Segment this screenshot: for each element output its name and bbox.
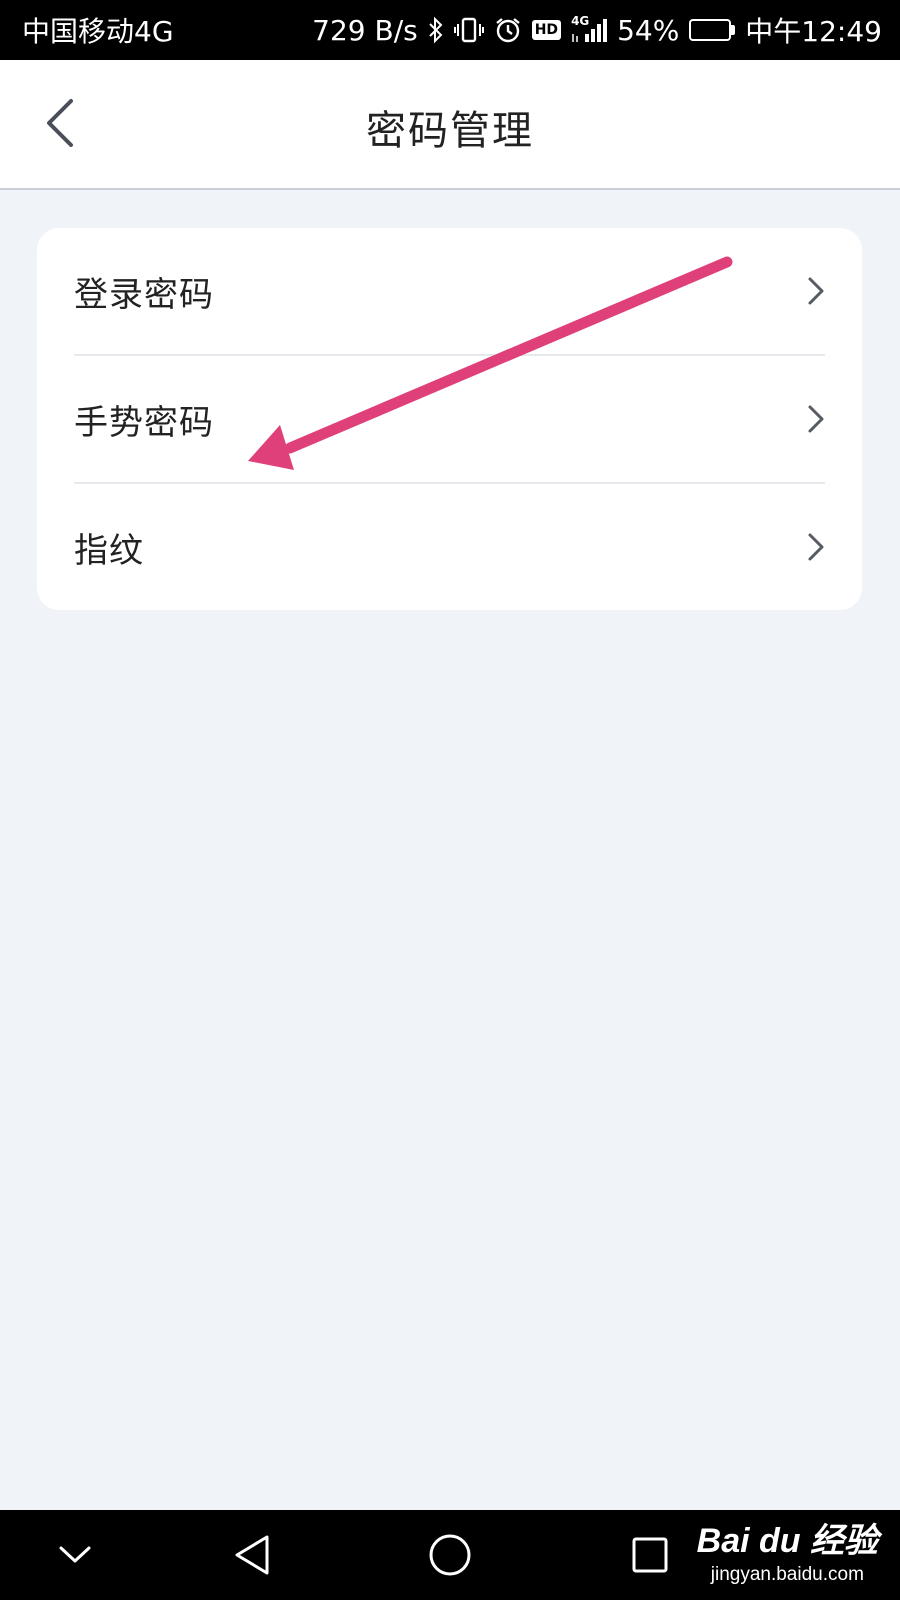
alarm-icon [494,16,522,44]
carrier-label: 中国移动4G [22,15,174,48]
chevron-down-icon [59,1546,91,1563]
chevron-right-icon [807,532,825,562]
password-settings-card: 登录密码 手势密码 指纹 [37,228,862,610]
menu-item-fingerprint[interactable]: 指纹 [74,484,825,610]
menu-item-label: 登录密码 [74,274,214,315]
menu-item-label: 指纹 [74,530,144,571]
vibrate-icon [453,16,484,44]
recents-square-icon [632,1537,668,1573]
page-title: 密码管理 [366,108,534,154]
status-bar: 中国移动4G 729 B/s HD 4G 54% 中午12:49 [0,0,900,60]
watermark-logo: Bai du 经验 [696,1522,878,1560]
home-circle-icon [429,1534,471,1576]
watermark-url: jingyan.baidu.com [710,1564,864,1585]
hide-nav-button[interactable] [45,1510,105,1600]
network-type-label: 4G [571,14,590,28]
hd-icon: HD [531,20,562,40]
status-icons: 729 B/s HD 4G 54% 中午12:49 [312,10,882,50]
menu-item-label: 手势密码 [74,402,214,443]
status-time: 中午12:49 [745,15,882,48]
chevron-right-icon [807,276,825,306]
page-header: 密码管理 [0,60,900,190]
menu-item-gesture-password[interactable]: 手势密码 [74,356,825,482]
network-speed: 729 B/s [312,13,418,47]
bluetooth-icon [428,16,444,44]
chevron-right-icon [807,404,825,434]
battery-percent: 54% [617,13,680,47]
baidu-jingyan-watermark: Bai du 经验 jingyan.baidu.com [697,1513,878,1586]
signal-icon: 4G [571,14,608,44]
back-triangle-icon [235,1535,269,1575]
nav-home-button[interactable] [418,1510,482,1600]
nav-back-button[interactable] [222,1510,282,1600]
nav-recents-button[interactable] [620,1510,680,1600]
battery-icon [689,19,736,41]
menu-item-login-password[interactable]: 登录密码 [74,228,825,354]
navigation-bar: Bai du 经验 jingyan.baidu.com [0,1510,900,1600]
